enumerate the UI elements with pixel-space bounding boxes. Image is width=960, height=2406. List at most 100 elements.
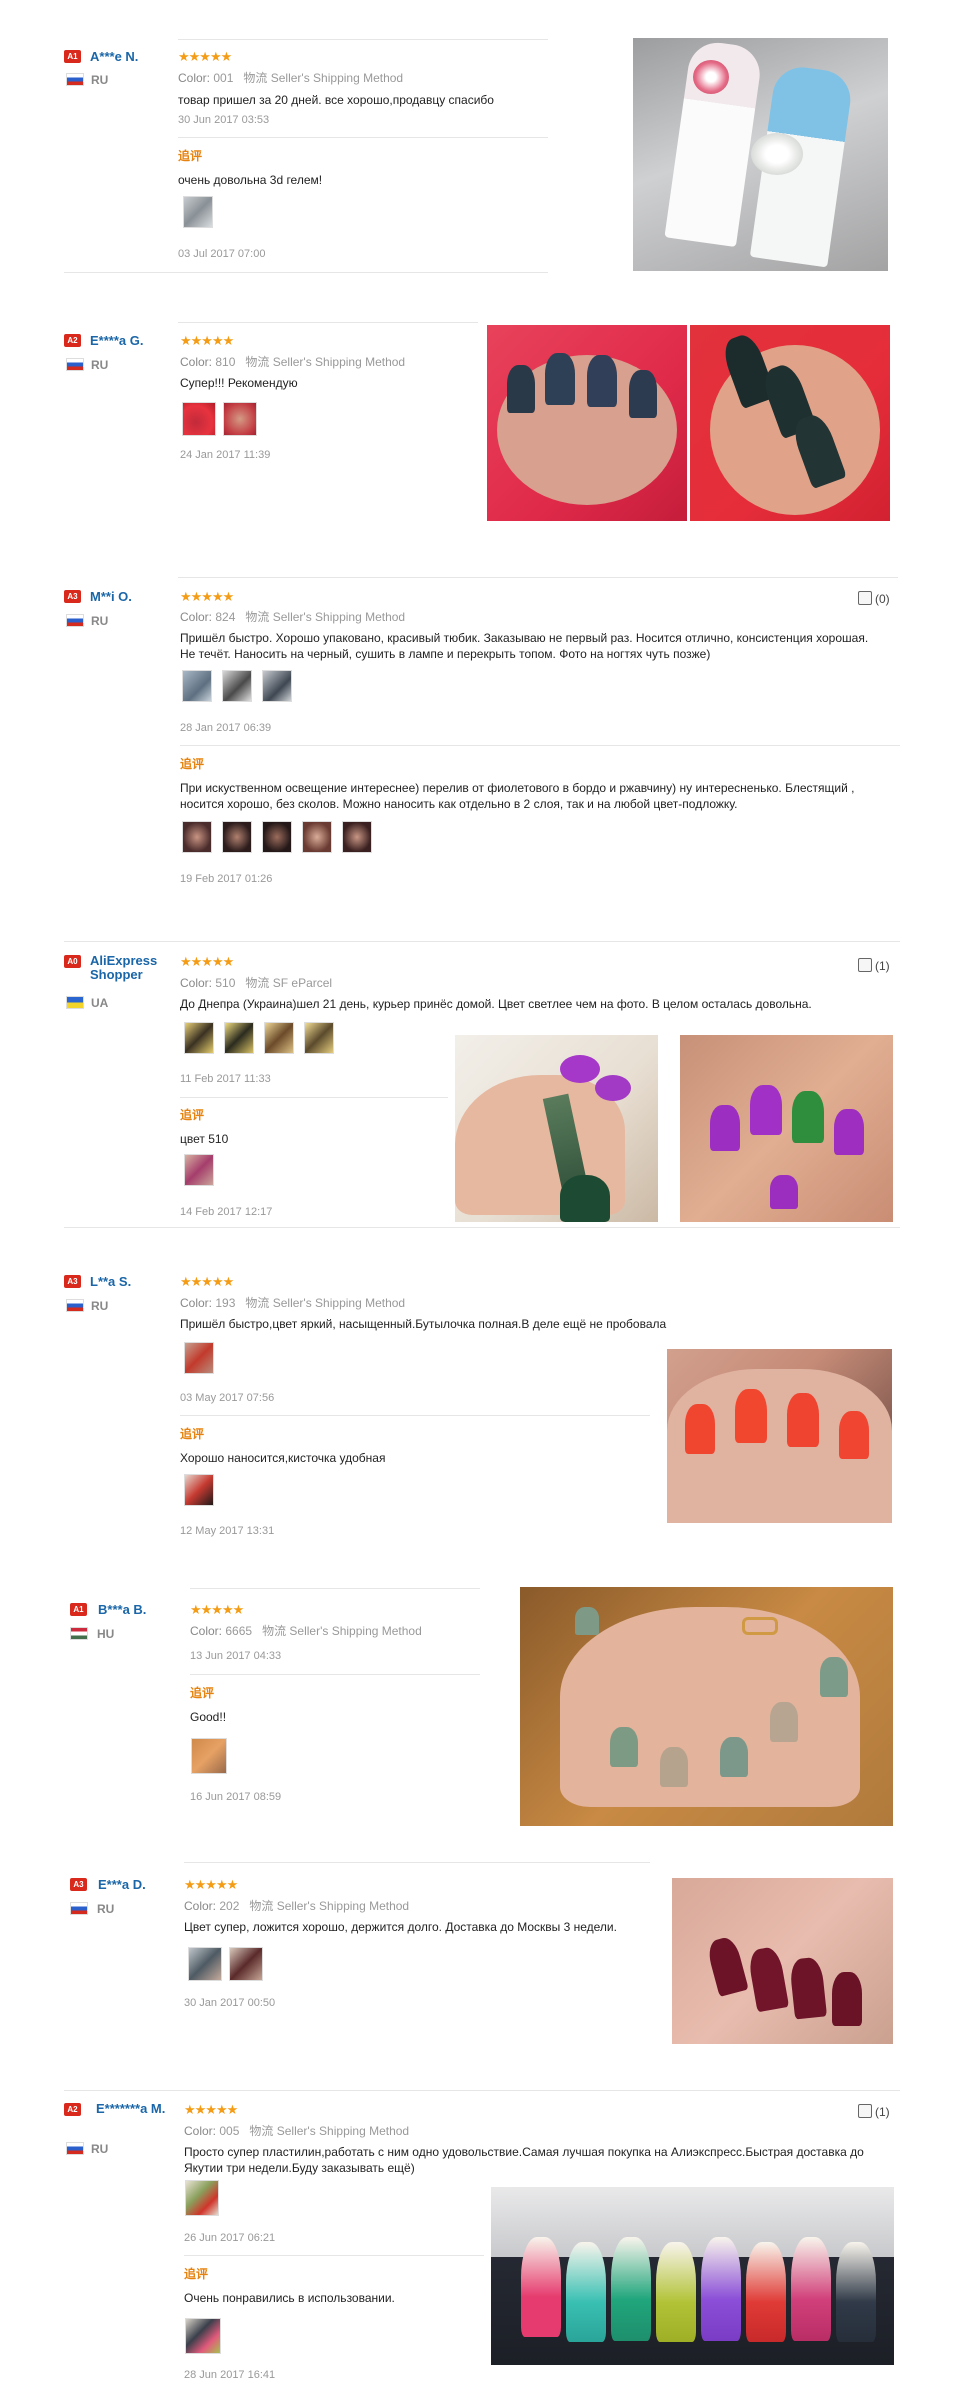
review-date: 03 May 2017 07:56 (180, 1392, 275, 1404)
review-photo[interactable] (680, 1035, 893, 1222)
review-photo-thumbnail[interactable] (264, 1022, 294, 1054)
review-photo[interactable] (491, 2187, 894, 2365)
review-photo-thumbnail[interactable] (182, 670, 212, 702)
color-label: Color: (184, 2124, 217, 2138)
helpful-button[interactable]: (0) (858, 591, 890, 606)
shipping-method: 物流 Seller's Shipping Method (249, 1899, 410, 1913)
review-photo[interactable] (672, 1878, 893, 2044)
rating-stars: ★★★★★ (190, 1602, 244, 1617)
reviewer-name[interactable]: E****a G. (90, 333, 143, 348)
helpful-count: (1) (875, 959, 890, 973)
reviewer-name[interactable]: B***a B. (98, 1602, 146, 1617)
review-photo-thumbnail[interactable] (184, 1022, 214, 1054)
followup-label: 追评 (180, 757, 205, 771)
country-flag-icon (70, 1627, 88, 1640)
buyer-level-badge: A2 (64, 334, 81, 347)
followup-text: Хорошо наносится,кисточка удобная (180, 1451, 386, 1465)
shipping-method: 物流 Seller's Shipping Method (249, 2124, 410, 2138)
review-photo-thumbnail[interactable] (223, 402, 257, 436)
review-photo-thumbnail[interactable] (229, 1947, 263, 1981)
review-photo-thumbnail[interactable] (302, 821, 332, 853)
review-date: 26 Jun 2017 06:21 (184, 2232, 276, 2244)
review-date: 11 Feb 2017 11:33 (180, 1073, 271, 1085)
review-photo-thumbnail[interactable] (183, 196, 213, 228)
review-photo[interactable] (455, 1035, 658, 1222)
followup-label: 追评 (190, 1686, 215, 1700)
reviewer-country: RU (91, 614, 109, 628)
buyer-level-badge: A1 (64, 50, 81, 63)
review-text: Цвет супер, ложится хорошо, держится дол… (184, 1920, 617, 1934)
review-photo-thumbnail[interactable] (342, 821, 372, 853)
review-photo-thumbnail[interactable] (185, 2318, 221, 2354)
color-label: Color: (180, 1296, 213, 1310)
rating-stars: ★★★★★ (180, 1274, 234, 1289)
buyer-level-badge: A0 (64, 955, 81, 968)
followup-text: При искуственном освещение интереснее) п… (180, 781, 855, 811)
color-label: Color: (184, 1899, 217, 1913)
review-date: 24 Jan 2017 11:39 (180, 449, 271, 461)
color-label: Color: (190, 1624, 223, 1638)
rating-stars: ★★★★★ (180, 589, 234, 604)
thumbs-up-icon (858, 591, 872, 605)
review-date: 30 Jan 2017 00:50 (184, 1997, 276, 2009)
order-info: Color: 6665 物流 Seller's Shipping Method (190, 1622, 422, 1639)
shipping-method: 物流 Seller's Shipping Method (245, 610, 406, 624)
review-photo-thumbnail[interactable] (304, 1022, 334, 1054)
thumbs-up-icon (858, 2104, 872, 2118)
shipping-method: 物流 Seller's Shipping Method (243, 71, 404, 85)
reviewer-country: RU (97, 1902, 115, 1916)
followup-text: очень довольна 3d гелем! (178, 173, 323, 187)
reviewer-name[interactable]: A***e N. (90, 49, 138, 64)
review-photo[interactable] (520, 1587, 893, 1826)
review-photo-thumbnail[interactable] (222, 821, 252, 853)
helpful-count: (1) (875, 2105, 890, 2119)
followup-date: 12 May 2017 13:31 (180, 1525, 275, 1537)
buyer-level-badge: A1 (70, 1603, 87, 1616)
reviewer-name[interactable]: M**i O. (90, 589, 132, 604)
review-photo-thumbnail[interactable] (191, 1738, 227, 1774)
review-photo-thumbnail[interactable] (222, 670, 252, 702)
review-photo[interactable] (633, 38, 888, 271)
thumbs-up-icon (858, 958, 872, 972)
country-flag-icon (66, 358, 84, 371)
reviewer-name[interactable]: L**a S. (90, 1274, 131, 1289)
review-photo-thumbnail[interactable] (184, 1154, 214, 1186)
order-info: Color: 810 物流 Seller's Shipping Method (180, 353, 405, 370)
followup-date: 28 Jun 2017 16:41 (184, 2369, 276, 2381)
review-photo-thumbnail[interactable] (184, 1342, 214, 1374)
rating-stars: ★★★★★ (180, 954, 234, 969)
helpful-button[interactable]: (1) (858, 2104, 890, 2119)
review-photo[interactable] (487, 325, 687, 521)
review-photo-thumbnail[interactable] (184, 1474, 214, 1506)
color-value: 824 (215, 610, 236, 624)
rating-stars: ★★★★★ (178, 49, 232, 64)
color-value: 6665 (225, 1624, 253, 1638)
helpful-button[interactable]: (1) (858, 958, 890, 973)
followup-date: 16 Jun 2017 08:59 (190, 1791, 282, 1803)
review-photo-thumbnail[interactable] (224, 1022, 254, 1054)
buyer-level-badge: A3 (70, 1878, 87, 1891)
review-photo-thumbnail[interactable] (182, 821, 212, 853)
country-flag-icon (66, 1299, 84, 1312)
followup-label: 追评 (178, 149, 203, 163)
reviewer-country: RU (91, 73, 109, 87)
review-photo-thumbnail[interactable] (188, 1947, 222, 1981)
reviewer-country: RU (91, 358, 109, 372)
country-flag-icon (66, 614, 84, 627)
buyer-level-badge: A3 (64, 590, 81, 603)
followup-label: 追评 (180, 1427, 205, 1441)
review-photo[interactable] (690, 325, 890, 521)
color-value: 001 (213, 71, 234, 85)
reviewer-name[interactable]: AliExpress Shopper (90, 954, 170, 982)
reviewer-name[interactable]: E*******a M. (96, 2102, 176, 2116)
review-photo-thumbnail[interactable] (262, 670, 292, 702)
review-photo-thumbnail[interactable] (185, 2180, 219, 2216)
followup-text: цвет 510 (180, 1132, 229, 1146)
rating-stars: ★★★★★ (184, 2102, 238, 2117)
review-photo-thumbnail[interactable] (262, 821, 292, 853)
color-value: 193 (215, 1296, 236, 1310)
review-photo-thumbnail[interactable] (182, 402, 216, 436)
helpful-count: (0) (875, 592, 890, 606)
review-photo[interactable] (667, 1349, 892, 1523)
reviewer-name[interactable]: E***a D. (98, 1877, 146, 1892)
